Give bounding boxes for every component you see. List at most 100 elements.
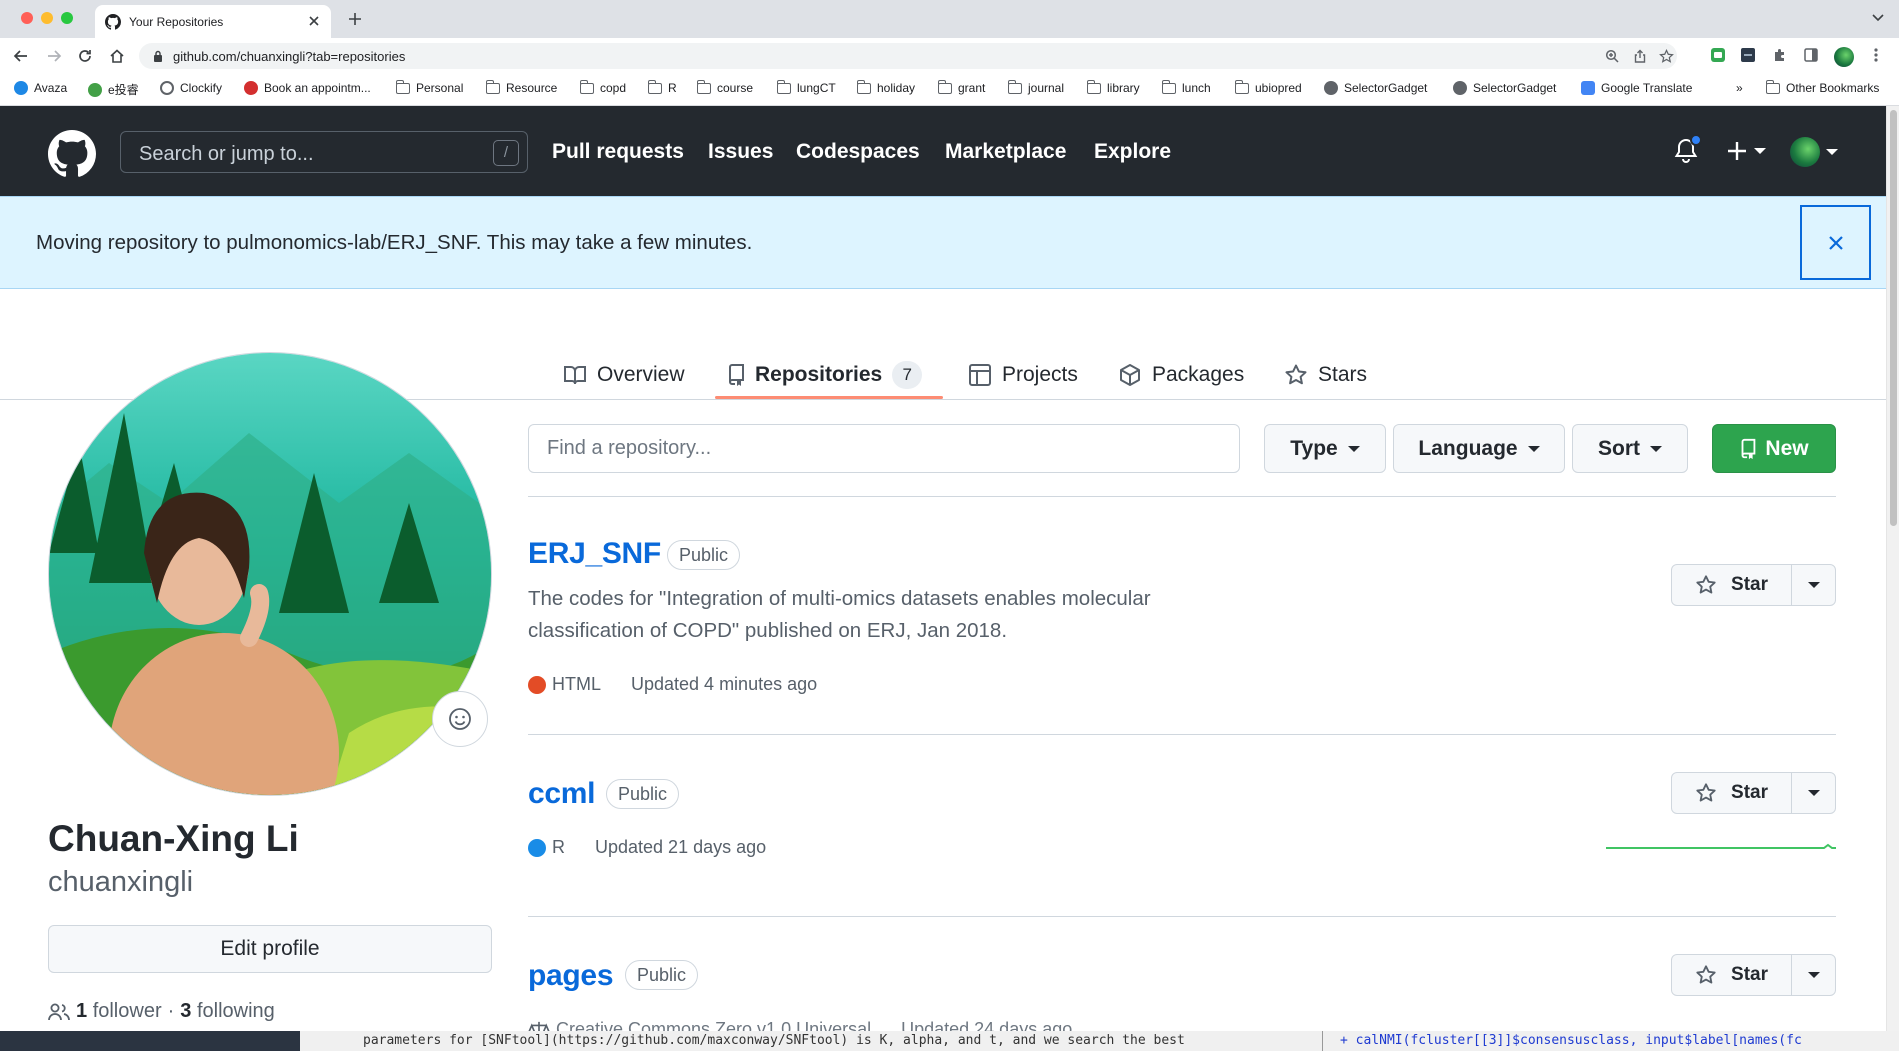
- profile-avatar[interactable]: [48, 352, 492, 796]
- bookmark-folder-library[interactable]: library: [1086, 79, 1140, 95]
- bookmark-selectorgadget-2[interactable]: SelectorGadget: [1453, 81, 1556, 95]
- type-filter-dropdown[interactable]: Type: [1264, 424, 1386, 473]
- close-icon: [1828, 235, 1843, 250]
- side-panel-icon[interactable]: [1803, 47, 1819, 63]
- search-placeholder: Search or jump to...: [139, 143, 314, 165]
- star-button[interactable]: Star: [1672, 773, 1792, 813]
- zoom-window-button[interactable]: [61, 12, 73, 24]
- bookmark-selectorgadget-1[interactable]: SelectorGadget: [1324, 81, 1427, 95]
- bookmark-folder-lunch[interactable]: lunch: [1161, 79, 1211, 95]
- home-icon[interactable]: [109, 48, 125, 64]
- share-icon[interactable]: [1633, 49, 1647, 63]
- bookmark-folder-resource[interactable]: Resource: [485, 79, 557, 95]
- bookmark-folder-grant[interactable]: grant: [937, 79, 985, 95]
- bookmark-folder-course[interactable]: course: [696, 79, 753, 95]
- avaza-icon: [14, 81, 28, 95]
- sort-dropdown[interactable]: Sort: [1572, 424, 1688, 473]
- tab-projects[interactable]: Projects: [968, 350, 1078, 400]
- bookmark-clockify[interactable]: Clockify: [160, 81, 222, 95]
- star-button-group: Star: [1671, 564, 1836, 606]
- repository-name-link[interactable]: ccml: [528, 777, 595, 811]
- chevron-down-icon: [1826, 149, 1838, 155]
- bookmark-folder-r[interactable]: R: [647, 79, 677, 95]
- forward-arrow-icon[interactable]: [46, 48, 62, 64]
- bookmark-star-icon[interactable]: [1659, 49, 1674, 64]
- folder-icon: [485, 79, 500, 94]
- address-bar[interactable]: github.com/chuanxingli?tab=repositories: [139, 43, 1677, 69]
- url-text[interactable]: github.com/chuanxingli?tab=repositories: [173, 49, 405, 64]
- tab-stars[interactable]: Stars: [1284, 350, 1367, 400]
- bookmark-folder-journal[interactable]: journal: [1007, 79, 1064, 95]
- bookmark-google-translate[interactable]: Google Translate: [1581, 81, 1692, 95]
- followers-link[interactable]: 1 follower: [76, 1000, 162, 1023]
- find-repository-field[interactable]: [528, 424, 1240, 473]
- github-logo-icon[interactable]: [48, 130, 96, 178]
- new-repository-button[interactable]: New: [1712, 424, 1836, 473]
- bookmark-avaza[interactable]: Avaza: [14, 81, 67, 95]
- star-list-dropdown[interactable]: [1792, 955, 1835, 995]
- bookmark-appointment[interactable]: Book an appointm...: [244, 81, 371, 95]
- folder-icon: [1161, 79, 1176, 94]
- nav-pull-requests[interactable]: Pull requests: [552, 140, 684, 164]
- user-menu[interactable]: [1790, 137, 1838, 167]
- browser-toolbar: github.com/chuanxingli?tab=repositories: [0, 38, 1899, 74]
- extensions-puzzle-icon[interactable]: [1772, 47, 1788, 63]
- back-arrow-icon[interactable]: [13, 48, 29, 64]
- language-filter-dropdown[interactable]: Language: [1393, 424, 1565, 473]
- bookmark-folder-copd[interactable]: copd: [579, 79, 626, 95]
- zoom-icon[interactable]: [1605, 49, 1619, 63]
- github-favicon-icon: [105, 14, 121, 30]
- star-list-dropdown[interactable]: [1792, 773, 1835, 813]
- close-window-button[interactable]: [21, 12, 33, 24]
- repository-name-link[interactable]: ERJ_SNF: [528, 537, 661, 571]
- browser-menu-icon[interactable]: [1874, 47, 1878, 63]
- bookmark-folder-ubiopred[interactable]: ubiopred: [1234, 79, 1302, 95]
- nav-issues[interactable]: Issues: [708, 140, 773, 164]
- tab-repositories[interactable]: Repositories 7: [727, 350, 923, 400]
- bookmark-folder-holiday[interactable]: holiday: [856, 79, 915, 95]
- visibility-badge: Public: [625, 960, 699, 990]
- tab-packages[interactable]: Packages: [1118, 350, 1244, 400]
- chevron-down-icon: [1807, 790, 1820, 796]
- lock-icon[interactable]: [153, 50, 163, 62]
- tab-search-chevron-icon[interactable]: [1871, 13, 1885, 23]
- reload-icon[interactable]: [77, 48, 93, 64]
- extension-dark-icon[interactable]: [1740, 47, 1756, 63]
- star-list-dropdown[interactable]: [1792, 565, 1835, 605]
- chevron-down-icon: [1347, 445, 1360, 452]
- browser-tab[interactable]: Your Repositories: [95, 5, 331, 38]
- scrollbar-thumb[interactable]: [1890, 110, 1897, 526]
- visibility-badge: Public: [667, 540, 741, 570]
- nav-explore[interactable]: Explore: [1094, 140, 1171, 164]
- bookmark-folder-lungct[interactable]: lungCT: [776, 79, 836, 95]
- tab-overview[interactable]: Overview: [563, 350, 685, 400]
- star-button[interactable]: Star: [1672, 565, 1792, 605]
- set-status-button[interactable]: [432, 691, 488, 747]
- repo-icon: [728, 364, 744, 386]
- bookmark-etr[interactable]: e投睿: [88, 81, 139, 98]
- language-color-dot: [528, 675, 546, 694]
- other-bookmarks-folder[interactable]: Other Bookmarks: [1765, 79, 1879, 95]
- nav-codespaces[interactable]: Codespaces: [796, 140, 920, 164]
- close-tab-icon[interactable]: [307, 14, 321, 28]
- nav-marketplace[interactable]: Marketplace: [945, 140, 1066, 164]
- edit-profile-button[interactable]: Edit profile: [48, 925, 492, 973]
- bookmark-folder-personal[interactable]: Personal: [395, 79, 463, 95]
- minimize-window-button[interactable]: [41, 12, 53, 24]
- flash-banner: Moving repository to pulmonomics-lab/ERJ…: [0, 196, 1886, 289]
- chevron-down-icon: [1754, 148, 1766, 154]
- repository-name-link[interactable]: pages: [528, 959, 614, 993]
- search-shortcut-key: /: [493, 140, 519, 166]
- page-scrollbar[interactable]: [1886, 106, 1899, 1031]
- dismiss-flash-button[interactable]: [1800, 205, 1871, 280]
- create-new-menu[interactable]: [1726, 140, 1766, 162]
- new-tab-icon[interactable]: [347, 11, 363, 27]
- following-link[interactable]: 3 following: [180, 1000, 275, 1023]
- find-repository-input[interactable]: [529, 425, 1239, 472]
- star-icon: [1696, 783, 1716, 802]
- profile-avatar-icon[interactable]: [1834, 47, 1854, 67]
- star-button[interactable]: Star: [1672, 955, 1792, 995]
- more-bookmarks-button[interactable]: »: [1736, 81, 1743, 95]
- global-search-input[interactable]: Search or jump to... /: [120, 131, 528, 173]
- extension-green-icon[interactable]: [1710, 47, 1726, 63]
